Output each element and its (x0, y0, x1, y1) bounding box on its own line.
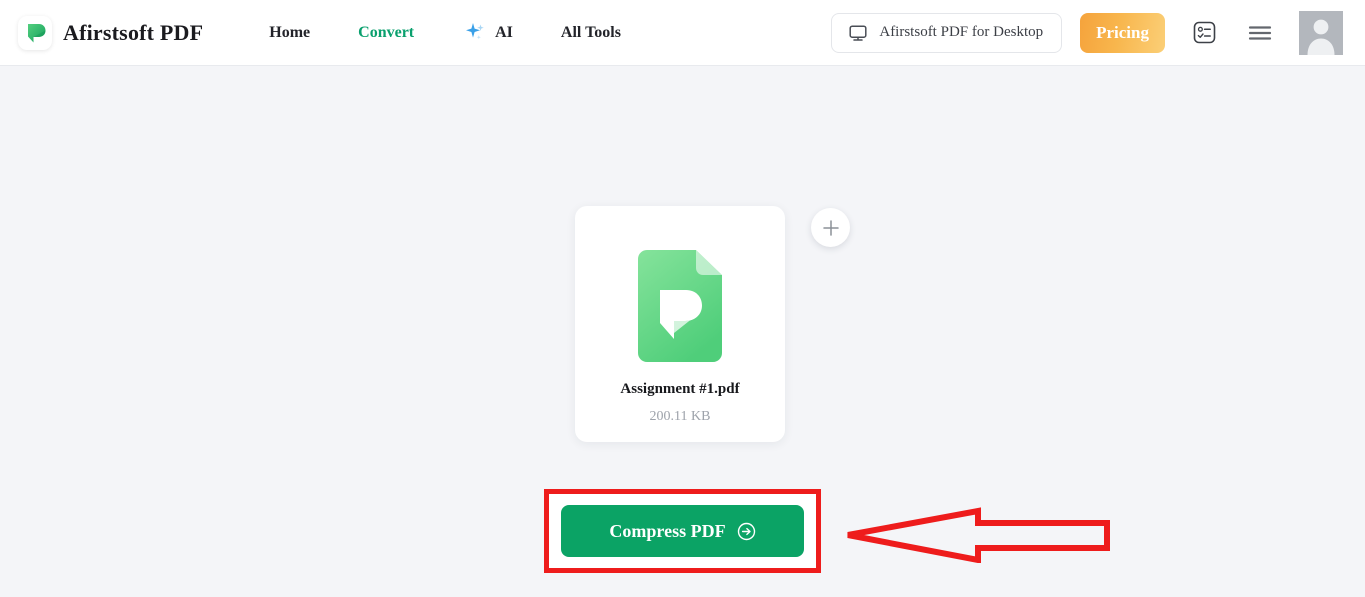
annotation-pointer-arrow (845, 506, 1110, 564)
desktop-app-button[interactable]: Afirstsoft PDF for Desktop (831, 12, 1063, 53)
add-file-button[interactable] (811, 208, 850, 247)
nav-item-label: All Tools (560, 23, 621, 41)
checklist-icon[interactable] (1187, 16, 1221, 50)
nav-item-home[interactable]: Home (245, 24, 334, 42)
pricing-button[interactable]: Pricing (1080, 12, 1165, 53)
nav-item-label: Convert (358, 23, 415, 41)
monitor-icon (848, 23, 868, 43)
main-nav: Home Convert AI All Tools (245, 20, 645, 46)
nav-item-label: AI (495, 23, 513, 41)
annotation-highlight-box: Compress PDF (544, 489, 821, 573)
file-size: 200.11 KB (649, 409, 711, 424)
afirstsoft-p-logo-icon (18, 15, 52, 50)
file-name: Assignment #1.pdf (620, 381, 740, 397)
main-content: Assignment #1.pdf 200.11 KB Compress PDF (0, 66, 1365, 597)
sparkle-icon (462, 20, 488, 46)
nav-item-label: Home (269, 23, 311, 41)
plus-icon (821, 218, 841, 238)
arrow-circle-right-icon (737, 522, 756, 541)
compress-pdf-button[interactable]: Compress PDF (561, 505, 804, 557)
file-card[interactable]: Assignment #1.pdf 200.11 KB (575, 206, 785, 442)
nav-item-convert[interactable]: Convert (334, 24, 438, 42)
app-header: Afirstsoft PDF Home Convert AI All Tools (0, 0, 1365, 66)
brand[interactable]: Afirstsoft PDF (18, 15, 204, 50)
pdf-file-icon (630, 247, 730, 365)
compress-pdf-button-label: Compress PDF (609, 520, 726, 541)
desktop-app-button-label: Afirstsoft PDF for Desktop (879, 24, 1044, 40)
user-avatar-icon[interactable] (1299, 10, 1343, 55)
pricing-button-label: Pricing (1096, 22, 1149, 42)
nav-item-ai[interactable]: AI (438, 20, 537, 46)
hamburger-menu-icon[interactable] (1243, 16, 1277, 50)
nav-item-all-tools[interactable]: All Tools (537, 24, 645, 42)
brand-name: Afirstsoft PDF (63, 19, 204, 45)
